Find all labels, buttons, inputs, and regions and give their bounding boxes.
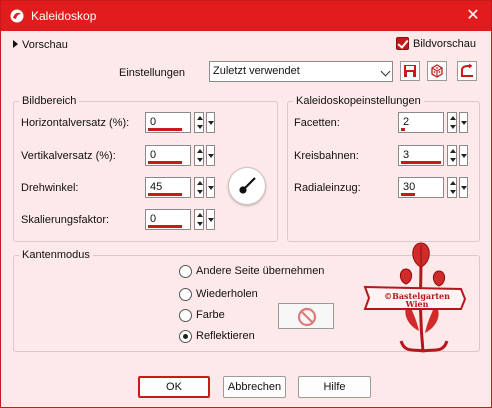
radio-wrap-label: Andere Seite übernehmen <box>196 265 325 277</box>
preview-checkbox-label: Bildvorschau <box>413 38 476 50</box>
random-button[interactable] <box>427 61 447 81</box>
edge-color-swatch[interactable] <box>278 303 334 329</box>
no-color-icon <box>297 307 317 327</box>
radio-repeat-label: Wiederholen <box>196 288 258 300</box>
radio-reflect-label: Reflektieren <box>196 330 255 342</box>
rotation-dial[interactable] <box>228 167 266 205</box>
app-icon <box>10 9 24 23</box>
settings-dropdown[interactable]: Zuletzt verwendet <box>209 61 393 82</box>
window-title: Kaleidoskop <box>31 9 97 23</box>
vertical-offset-input[interactable]: 0 <box>145 145 217 166</box>
ok-button[interactable]: OK <box>138 376 210 398</box>
rotation-input[interactable]: 45 <box>145 177 217 198</box>
image-area-title: Bildbereich <box>19 95 80 108</box>
edge-mode-title: Kantenmodus <box>19 249 93 262</box>
save-preset-button[interactable] <box>400 61 420 81</box>
reset-icon <box>461 63 473 77</box>
radio-color[interactable] <box>179 309 192 322</box>
reset-button[interactable] <box>457 61 477 81</box>
settings-dropdown-value: Zuletzt verwendet <box>213 65 300 77</box>
facets-label: Facetten: <box>294 117 340 129</box>
watermark-logo: ©Bastelgarten Wien <box>361 241 471 359</box>
kaleido-settings-title: Kaleidoskopeinstellungen <box>293 95 424 108</box>
help-button[interactable]: Hilfe <box>298 376 371 398</box>
dial-needle-icon <box>239 177 256 194</box>
orbits-input[interactable]: 3 <box>398 145 470 166</box>
radio-reflect[interactable] <box>179 330 192 343</box>
expand-triangle-icon <box>13 40 18 48</box>
preview-toggle[interactable]: Vorschau <box>13 38 68 52</box>
radial-indent-label: Radialeinzug: <box>294 182 361 194</box>
scale-label: Skalierungsfaktor: <box>21 214 110 226</box>
rotation-label: Drehwinkel: <box>21 182 79 194</box>
cancel-button[interactable]: Abbrechen <box>223 376 286 398</box>
vertical-offset-label: Vertikalversatz (%): <box>21 150 116 162</box>
horizontal-offset-input[interactable]: 0 <box>145 112 217 133</box>
facets-input[interactable]: 2 <box>398 112 470 133</box>
orbits-label: Kreisbahnen: <box>294 150 359 162</box>
radio-color-label: Farbe <box>196 309 225 321</box>
chevron-down-icon <box>380 66 391 77</box>
close-icon[interactable]: ✕ <box>461 4 485 28</box>
scale-input[interactable]: 0 <box>145 209 217 230</box>
watermark-line2: Wien <box>405 299 429 309</box>
preview-checkbox[interactable] <box>396 37 409 50</box>
dialog-window: Kaleidoskop ✕ Vorschau Bildvorschau Eins… <box>0 0 492 408</box>
radial-indent-input[interactable]: 30 <box>398 177 470 198</box>
settings-label: Einstellungen <box>119 67 186 79</box>
title-bar: Kaleidoskop ✕ <box>1 1 491 31</box>
radio-repeat[interactable] <box>179 288 192 301</box>
radio-wrap[interactable] <box>179 265 192 278</box>
save-icon <box>404 65 416 77</box>
horizontal-offset-label: Horizontalversatz (%): <box>21 117 130 129</box>
dice-icon <box>431 64 443 78</box>
